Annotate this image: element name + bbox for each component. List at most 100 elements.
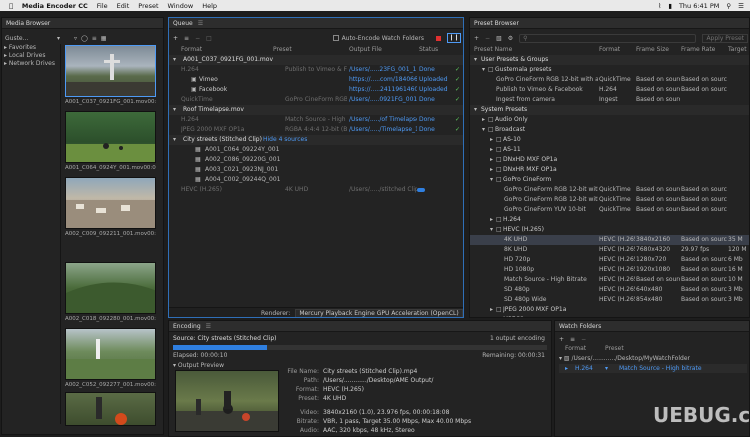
destination-url[interactable]: https://.....24119614602283 bbox=[349, 85, 417, 95]
apple-icon[interactable]:  bbox=[9, 2, 13, 10]
preset-row[interactable]: GoPro CineForm RGB 12-bit with alphaQuic… bbox=[470, 185, 749, 195]
chevron-down-icon[interactable]: ▾ bbox=[482, 125, 485, 135]
add-source-icon[interactable]: + bbox=[173, 35, 178, 42]
tree-item-favorites[interactable]: ▸ Favorites bbox=[4, 44, 55, 52]
queue-row[interactable]: HEVC (H.265) 4K UHD/Users/...../stitched … bbox=[169, 185, 463, 195]
preset-row[interactable]: ▸ □ H.264 bbox=[470, 215, 749, 225]
menu-edit[interactable]: Edit bbox=[117, 2, 130, 10]
preset-name[interactable]: Match Source - High Bitrate bbox=[504, 275, 598, 285]
preset-row[interactable]: ▾ User Presets & Groups bbox=[470, 55, 749, 65]
preset-row[interactable]: SD 480p WideHEVC (H.265)854x480 Based on … bbox=[470, 295, 749, 305]
chevron-right-icon[interactable]: ▸ bbox=[490, 155, 493, 165]
tree-item-local-drives[interactable]: ▸ Local Drives bbox=[4, 52, 55, 60]
preset-row[interactable]: ▾ □ GoPro CineForm bbox=[470, 175, 749, 185]
chevron-right-icon[interactable]: ▸ bbox=[490, 135, 493, 145]
chevron-right-icon[interactable]: ▸ bbox=[490, 215, 493, 225]
remove-icon[interactable]: − bbox=[581, 336, 586, 343]
preset-row[interactable]: Publish to Vimeo & Facebook H.264 Based on… bbox=[470, 85, 749, 95]
queue-row[interactable]: ▾ Roof Timelapse.mov bbox=[169, 105, 463, 115]
watch-output-row[interactable]: ▸ H.264 ▾ Match Source - High bitrate bbox=[559, 364, 747, 373]
chevron-down-icon[interactable]: ▾ bbox=[474, 105, 477, 115]
preset-name[interactable]: SD 480p bbox=[504, 285, 598, 295]
preset-name[interactable]: Ingest from camera bbox=[496, 95, 598, 105]
menu-file[interactable]: File bbox=[97, 2, 108, 10]
col-preset[interactable]: Preset bbox=[605, 344, 624, 354]
preset-search-input[interactable]: ⚲ bbox=[519, 33, 697, 43]
preset-name[interactable]: 8K UHD bbox=[504, 245, 598, 255]
queue-row[interactable]: ▣Facebook https://.....24119614602283Uplo… bbox=[169, 85, 463, 95]
panel-menu-icon[interactable]: ☰ bbox=[206, 323, 211, 330]
thumbnail-4[interactable] bbox=[65, 262, 156, 314]
preset-name[interactable]: GoPro CineForm RGB 12-bit with alpha bbox=[504, 185, 598, 195]
folder-icon[interactable]: ▧ bbox=[496, 35, 502, 42]
preset-row[interactable]: ▸ □ AS-10 bbox=[470, 135, 749, 145]
preset-row[interactable]: ▾ System Presets bbox=[470, 105, 749, 115]
chevron-down-icon[interactable]: ▾ bbox=[490, 175, 493, 185]
preset-row[interactable]: ▸□MPEG2 bbox=[470, 315, 749, 317]
preset-row[interactable]: GoPro CineForm YUV 10-bit QuickTime Based … bbox=[470, 205, 749, 215]
output-format[interactable]: H.264 bbox=[181, 115, 269, 125]
search-icon[interactable]: ⚲ bbox=[726, 2, 731, 10]
output-format[interactable]: H.264 bbox=[181, 65, 269, 75]
chevron-down-icon[interactable]: ▾ bbox=[173, 105, 176, 115]
preset-row[interactable]: ▾ □ HEVC (H.265) bbox=[470, 225, 749, 235]
battery-icon[interactable]: ▮ bbox=[668, 2, 672, 10]
queue-row[interactable]: ▦ A003_C021_0923NJ_001 bbox=[169, 165, 463, 175]
output-file[interactable]: /Users/.....23FG_001_1.mp4 bbox=[349, 65, 417, 75]
chevron-right-icon[interactable]: ▸ bbox=[490, 165, 493, 175]
stop-button[interactable] bbox=[436, 35, 441, 41]
preset-name[interactable]: SD 480p Wide bbox=[504, 295, 598, 305]
preset-row[interactable]: ▸ □ Audio Only bbox=[470, 115, 749, 125]
queue-row[interactable]: ▣Vimeo https://.....com/184066142Uploaded… bbox=[169, 75, 463, 85]
preset-name[interactable]: GoPro CineForm YUV 10-bit bbox=[504, 205, 598, 215]
queue-row[interactable]: JPEG 2000 MXF OP1a RGBA 4:4:4 12-bit (BC.… bbox=[169, 125, 463, 135]
settings-icon[interactable]: ≡ bbox=[184, 35, 189, 42]
chevron-right-icon[interactable]: ▸ bbox=[490, 145, 493, 155]
preset-name[interactable]: Publish to Vimeo & Facebook bbox=[496, 85, 598, 95]
queue-row[interactable]: QuickTime GoPro CineForm RGB 12.../Users/… bbox=[169, 95, 463, 105]
chevron-down-icon[interactable]: ▾ bbox=[173, 55, 176, 65]
preset-row[interactable]: ▸ □ AS-11 bbox=[470, 145, 749, 155]
queue-row[interactable]: ▦ A002_C086_09220G_001 bbox=[169, 155, 463, 165]
output-preset[interactable]: 4K UHD bbox=[285, 185, 347, 195]
renderer-select[interactable]: Mercury Playback Engine GPU Acceleration… bbox=[295, 308, 463, 317]
output-format[interactable]: JPEG 2000 MXF OP1a bbox=[181, 125, 269, 135]
col-target-rate[interactable]: Target R bbox=[728, 45, 749, 55]
queue-row[interactable]: ▦ A001_C064_09224Y_001 bbox=[169, 145, 463, 155]
chevron-down-icon[interactable]: ▾ bbox=[173, 135, 176, 145]
queue-row[interactable]: ▦ A004_C002_09244Q_001 bbox=[169, 175, 463, 185]
output-file[interactable]: /Users/.....0921FG_001.mov bbox=[349, 95, 417, 105]
thumbnail-3[interactable] bbox=[65, 177, 156, 229]
apply-preset-button[interactable]: Apply Preset bbox=[702, 33, 748, 43]
checkbox[interactable] bbox=[332, 35, 339, 41]
add-preset-icon[interactable]: + bbox=[474, 35, 479, 42]
list-view-icon[interactable]: ≡ bbox=[92, 35, 97, 42]
thumbnail-2[interactable] bbox=[65, 111, 156, 163]
output-format[interactable]: QuickTime bbox=[181, 95, 269, 105]
col-format[interactable]: Format bbox=[181, 45, 202, 55]
thumbnail-5[interactable] bbox=[65, 328, 156, 380]
output-file[interactable]: /Users/...../Timelapse_1.mxf bbox=[349, 125, 417, 135]
auto-encode-toggle[interactable]: Auto-Encode Watch Folders bbox=[332, 35, 424, 42]
watch-preset[interactable]: Match Source - High bitrate bbox=[619, 364, 702, 373]
col-status[interactable]: Status bbox=[419, 45, 438, 55]
chevron-right-icon[interactable]: ▸ bbox=[482, 115, 485, 125]
col-frame-size[interactable]: Frame Size bbox=[636, 45, 669, 55]
output-preset[interactable]: Publish to Vimeo & Facebook bbox=[285, 65, 347, 75]
watch-folder-row[interactable]: ▾ ▧ /Users/............/Desktop/MyWatchF… bbox=[559, 354, 747, 363]
preset-row[interactable]: ▾ □ Gustemala presets bbox=[470, 65, 749, 75]
remove-icon[interactable]: − bbox=[195, 35, 200, 42]
preset-row[interactable]: HD 720pHEVC (H.265)1280x720 Based on sour… bbox=[470, 255, 749, 265]
preset-row[interactable]: ▸ □ JPEG 2000 MXF OP1a bbox=[470, 305, 749, 315]
preset-row[interactable]: ▸ □ DNxHD MXF OP1a bbox=[470, 155, 749, 165]
wifi-icon[interactable]: ⌇ bbox=[658, 2, 661, 10]
col-preset-name[interactable]: Preset Name bbox=[474, 45, 512, 55]
destination-url[interactable]: https://.....com/184066142 bbox=[349, 75, 417, 85]
duplicate-icon[interactable]: □ bbox=[206, 35, 212, 42]
filter-icon[interactable]: ▿ bbox=[74, 35, 77, 42]
thumbnail-6[interactable] bbox=[65, 392, 156, 426]
clock[interactable]: Thu 6:41 PM bbox=[679, 2, 719, 10]
output-preview-toggle[interactable]: ▾ Output Preview bbox=[173, 361, 224, 370]
queue-row[interactable]: H.264 Match Source - High bi.../Users/...… bbox=[169, 115, 463, 125]
col-format[interactable]: Format bbox=[599, 45, 620, 55]
